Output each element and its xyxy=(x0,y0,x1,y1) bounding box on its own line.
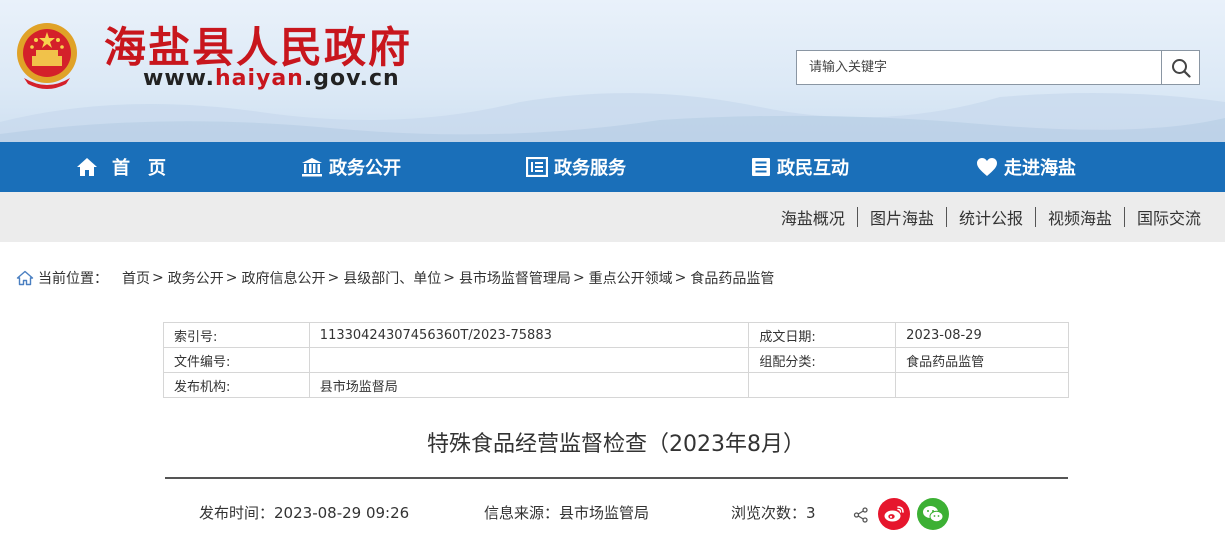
info-label-document-number: 文件编号: xyxy=(163,347,310,373)
table-row: 发布机构: 县市场监督局 xyxy=(163,372,1069,398)
breadcrumb-separator: > xyxy=(443,270,455,286)
info-empty-cell xyxy=(895,372,1069,398)
breadcrumb-separator: > xyxy=(152,270,164,286)
wechat-share-button[interactable] xyxy=(917,498,949,530)
breadcrumb-item-current[interactable]: 食品药品监管 xyxy=(690,268,774,288)
nav-item-services[interactable]: 政务服务 xyxy=(526,142,626,192)
table-row: 索引号: 11330424307456360T/2023-75883 成文日期:… xyxy=(163,322,1069,348)
government-building-icon xyxy=(302,158,322,177)
nav-label-home: 首 页 xyxy=(112,158,166,179)
wechat-icon xyxy=(923,506,944,523)
breadcrumb-separator: > xyxy=(674,270,687,286)
subnav-item-overview[interactable]: 海盐概况 xyxy=(769,205,857,229)
breadcrumb-separator: > xyxy=(572,270,585,286)
info-empty-cell xyxy=(748,372,897,398)
home-outline-icon xyxy=(16,270,34,286)
breadcrumb: 当前位置： 首页 > 政务公开 > 政府信息公开 > 县级部门、单位 > 县市场… xyxy=(16,267,774,289)
breadcrumb-item[interactable]: 首页 xyxy=(122,268,150,288)
breadcrumb-prefix: 当前位置： xyxy=(38,271,108,287)
site-header: 海盐县人民政府 www.haiyan.gov.cn xyxy=(0,0,1225,142)
view-count-label: 浏览次数： xyxy=(731,504,807,522)
site-url: www.haiyan.gov.cn xyxy=(143,66,400,91)
search-button[interactable] xyxy=(1161,51,1199,84)
search-input[interactable] xyxy=(797,51,1162,84)
weibo-share-button[interactable] xyxy=(878,498,910,530)
share-icon[interactable] xyxy=(853,507,869,523)
search-icon xyxy=(1171,58,1191,78)
info-value-issuing-agency: 县市场监督局 xyxy=(308,372,750,398)
search-box xyxy=(796,50,1200,85)
nav-item-interaction[interactable]: 政民互动 xyxy=(751,142,849,192)
secondary-nav-list: 海盐概况 图片海盐 统计公报 视频海盐 国际交流 xyxy=(769,192,1213,242)
service-list-icon xyxy=(526,157,548,177)
breadcrumb-separator: > xyxy=(225,270,238,286)
breadcrumb-item[interactable]: 政务公开 xyxy=(168,268,224,288)
table-row: 文件编号: 组配分类: 食品药品监管 xyxy=(163,347,1069,373)
info-value-document-number xyxy=(308,347,750,373)
national-emblem-logo xyxy=(17,23,77,89)
breadcrumb-item[interactable]: 县市场监督管理局 xyxy=(459,268,571,288)
subnav-item-photos[interactable]: 图片海盐 xyxy=(858,205,946,229)
document-list-icon xyxy=(752,158,770,176)
subnav-item-international[interactable]: 国际交流 xyxy=(1125,205,1213,229)
heart-icon xyxy=(977,158,997,176)
info-source-value: 县市场监管局 xyxy=(559,504,650,522)
article-title: 特殊食品经营监督检查（2023年8月） xyxy=(427,432,805,457)
info-label-index-number: 索引号: xyxy=(163,322,310,348)
info-value-index-number: 11330424307456360T/2023-75883 xyxy=(308,322,750,348)
subnav-item-videos[interactable]: 视频海盐 xyxy=(1036,205,1124,229)
breadcrumb-item[interactable]: 政府信息公开 xyxy=(241,268,325,288)
info-value-category: 食品药品监管 xyxy=(895,347,1069,373)
title-divider xyxy=(165,477,1068,479)
home-icon xyxy=(77,158,97,176)
nav-label-services: 政务服务 xyxy=(554,158,626,179)
info-value-creation-date: 2023-08-29 xyxy=(895,322,1069,348)
info-label-category: 组配分类: xyxy=(748,347,897,373)
view-count: 浏览次数：3 xyxy=(731,502,816,523)
nav-item-home[interactable]: 首 页 xyxy=(76,142,166,192)
publish-time-value: 2023-08-29 09:26 xyxy=(274,504,410,522)
publish-time: 发布时间：2023-08-29 09:26 xyxy=(199,502,409,523)
breadcrumb-item[interactable]: 县级部门、单位 xyxy=(343,268,441,288)
weibo-icon xyxy=(884,506,904,522)
document-info-table: 索引号: 11330424307456360T/2023-75883 成文日期:… xyxy=(163,322,1069,398)
url-suffix: .gov.cn xyxy=(303,66,400,91)
nav-item-government-affairs[interactable]: 政务公开 xyxy=(301,142,401,192)
breadcrumb-item[interactable]: 重点公开领域 xyxy=(589,268,673,288)
info-source: 信息来源：县市场监管局 xyxy=(484,502,649,523)
info-label-creation-date: 成文日期: xyxy=(748,322,897,348)
url-prefix: www. xyxy=(143,66,215,91)
subnav-item-statistics[interactable]: 统计公报 xyxy=(947,205,1035,229)
view-count-value: 3 xyxy=(806,504,816,522)
info-label-issuing-agency: 发布机构: xyxy=(163,372,310,398)
publish-time-label: 发布时间： xyxy=(199,504,275,522)
nav-label-government-affairs: 政务公开 xyxy=(329,158,401,179)
main-navigation: 首 页 政务公开 政务服务 政民互动 走进海盐 xyxy=(0,142,1225,192)
nav-label-interaction: 政民互动 xyxy=(777,158,849,179)
breadcrumb-separator: > xyxy=(327,270,340,286)
secondary-navigation: 海盐概况 图片海盐 统计公报 视频海盐 国际交流 xyxy=(0,192,1225,242)
nav-item-about-haiyan[interactable]: 走进海盐 xyxy=(976,142,1076,192)
nav-label-about-haiyan: 走进海盐 xyxy=(1004,158,1076,179)
info-source-label: 信息来源： xyxy=(484,504,560,522)
url-highlight: haiyan xyxy=(214,66,304,91)
